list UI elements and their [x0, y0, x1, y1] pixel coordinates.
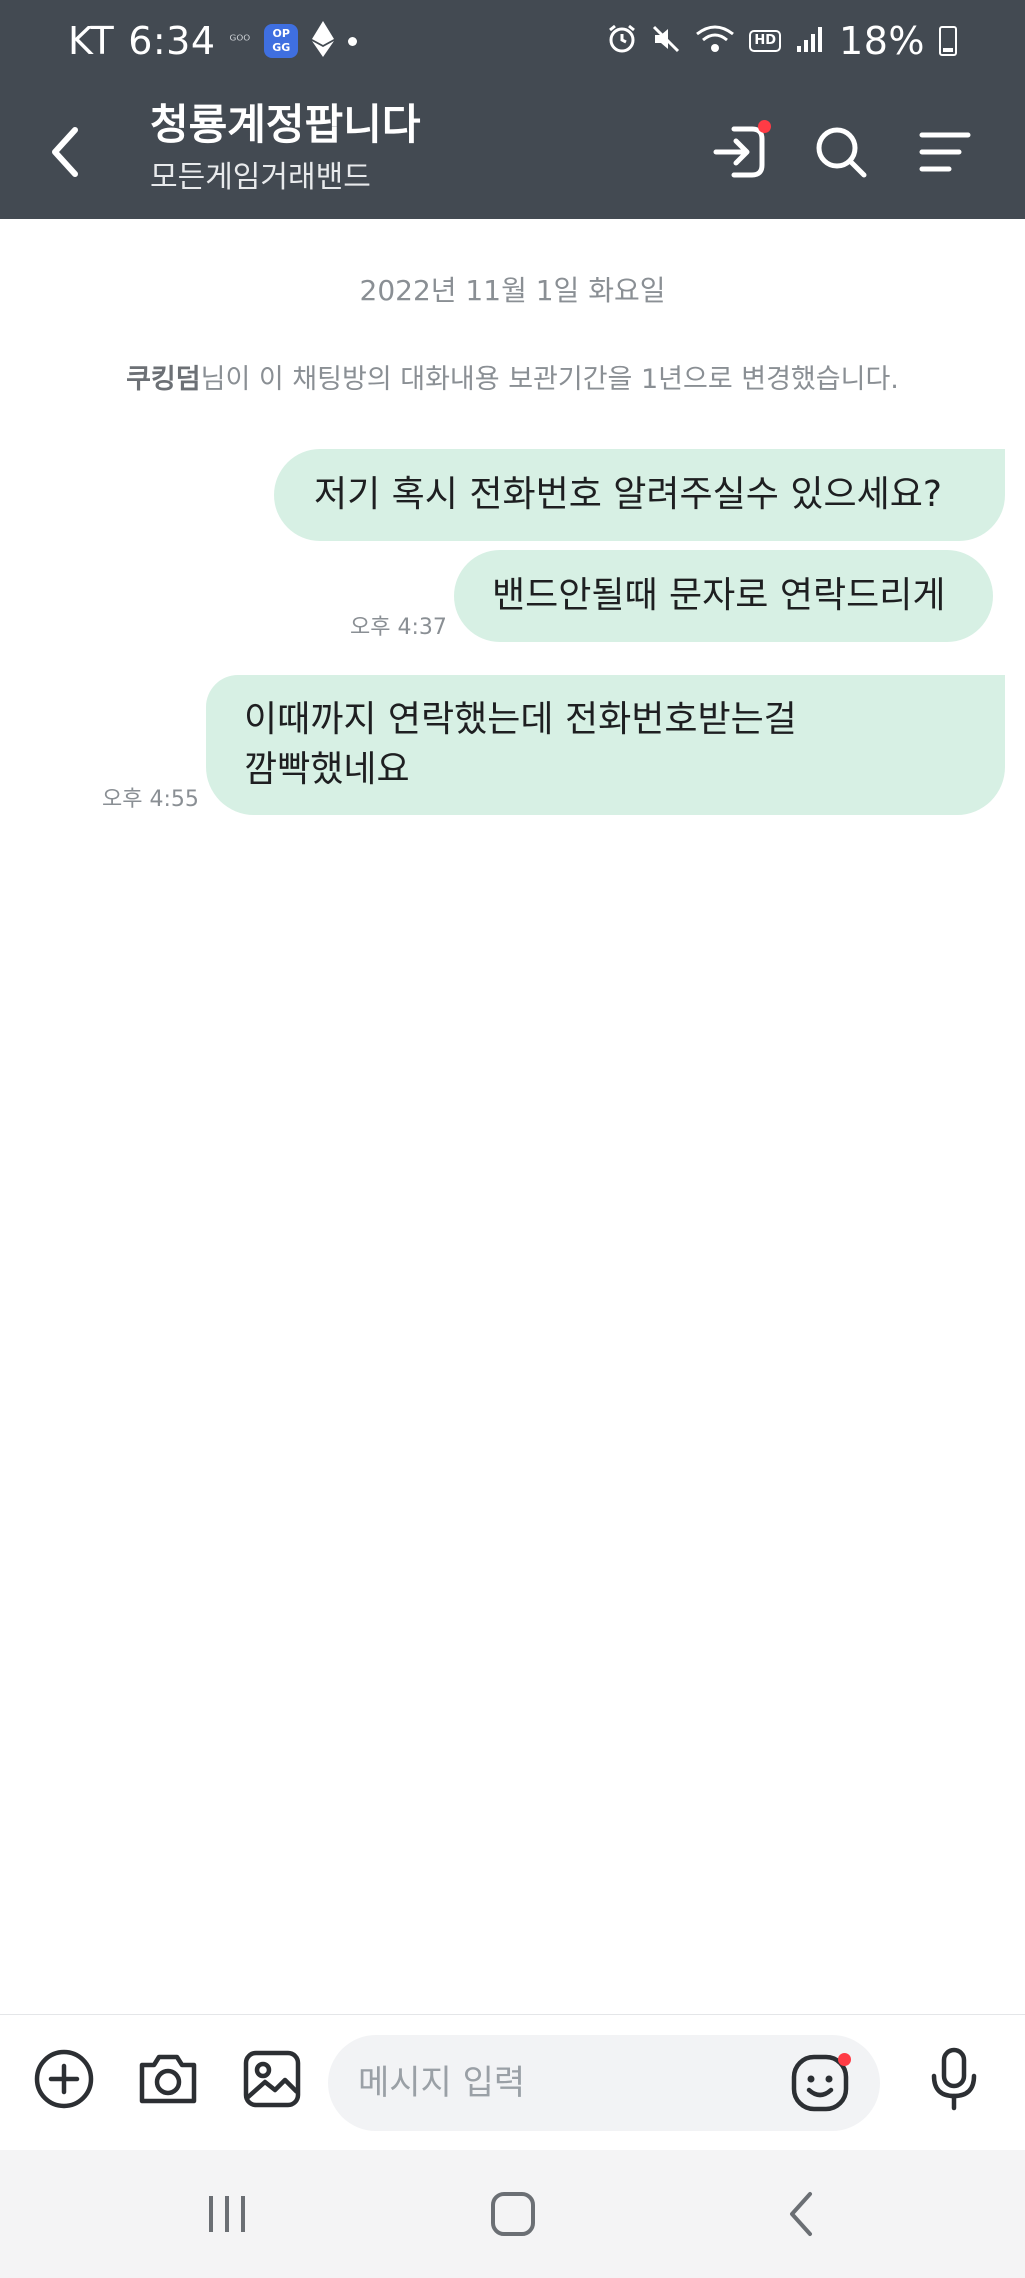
mute-icon	[651, 24, 681, 58]
chat-title: 청룡계정팝니다	[150, 100, 421, 149]
message-input-bar	[0, 2014, 1025, 2150]
chat-header: 청룡계정팝니다 모든게임거래밴드	[0, 82, 1025, 219]
emoticon-button[interactable]	[780, 2043, 860, 2123]
message-bubble[interactable]: 밴드안될때 문자로 연락드리게	[454, 550, 993, 642]
band-name: 모든게임거래밴드	[150, 160, 371, 195]
plus-circle-icon	[34, 2049, 94, 2109]
opgg-app-icon: OP GG	[264, 24, 299, 58]
notification-dot	[758, 120, 771, 133]
alarm-icon	[607, 24, 637, 58]
top-bar: KT 6:34 ᴳᴼᴼ OP GG HD 18% 청룡계정팝니다 모든게임거래밴…	[0, 0, 1025, 219]
clock: 6:34	[128, 19, 216, 63]
more-notifications-dot	[348, 36, 358, 46]
enter-room-button[interactable]	[699, 112, 779, 192]
navigation-bar	[0, 2150, 1025, 2278]
date-separator: 2022년 11월 1일 화요일	[359, 274, 666, 307]
system-message-user: 쿠킹덤	[126, 364, 201, 395]
signal-icon	[795, 24, 825, 58]
camera-icon	[139, 2054, 197, 2104]
back-button[interactable]	[30, 112, 100, 192]
microphone-icon	[931, 2047, 977, 2111]
message-bubble[interactable]: 이때까지 연락했는데 전화번호받는걸 깜빡했네요	[206, 675, 1005, 815]
voice-button[interactable]	[914, 2039, 994, 2119]
notification-dot	[838, 2053, 851, 2066]
recent-apps-button[interactable]	[172, 2174, 282, 2254]
gallery-button[interactable]	[232, 2039, 312, 2119]
message-bubble[interactable]: 저기 혹시 전화번호 알려주실수 있으세요?	[274, 449, 1005, 541]
home-button[interactable]	[458, 2174, 568, 2254]
wifi-icon	[695, 24, 735, 58]
system-message: 쿠킹덤님이 이 채팅방의 대화내용 보관기간을 1년으로 변경했습니다.	[0, 357, 1025, 396]
message-field[interactable]	[328, 2035, 880, 2131]
system-back-button[interactable]	[746, 2174, 856, 2254]
message-text-line: 깜빡했네요	[244, 749, 410, 790]
status-right: HD 18%	[607, 18, 957, 64]
image-icon	[243, 2050, 301, 2108]
recent-apps-icon	[209, 2196, 245, 2232]
chevron-left-icon	[790, 2192, 812, 2236]
search-button[interactable]	[801, 112, 881, 192]
home-icon	[491, 2192, 535, 2236]
message-input[interactable]	[358, 2035, 778, 2131]
notification-mini-icon: ᴳᴼᴼ	[229, 33, 251, 49]
search-icon	[816, 127, 867, 178]
message-text: 저기 혹시 전화번호 알려주실수 있으세요?	[314, 474, 942, 515]
chevron-left-icon	[52, 127, 78, 177]
status-left: KT 6:34 ᴳᴼᴼ OP GG	[68, 18, 358, 64]
menu-button[interactable]	[905, 112, 985, 192]
system-message-text: 님이 이 채팅방의 대화내용 보관기간을 1년으로 변경했습니다.	[200, 364, 899, 395]
message-text: 밴드안될때 문자로 연락드리게	[492, 575, 946, 616]
add-attachment-button[interactable]	[24, 2039, 104, 2119]
camera-button[interactable]	[128, 2039, 208, 2119]
message-time: 오후 4:55	[102, 787, 199, 812]
battery-percent: 18%	[839, 19, 925, 63]
hamburger-menu-icon	[919, 132, 971, 172]
message-time: 오후 4:37	[350, 615, 447, 640]
battery-icon	[939, 26, 957, 56]
status-bar: KT 6:34 ᴳᴼᴼ OP GG HD 18%	[0, 0, 1025, 82]
carrier-label: KT	[68, 19, 115, 63]
ethereum-icon	[312, 21, 335, 61]
chat-title-block[interactable]: 청룡계정팝니다 모든게임거래밴드	[150, 94, 420, 200]
hd-voice-icon: HD	[749, 30, 782, 52]
message-text-line: 이때까지 연락했는데 전화번호받는걸	[244, 699, 797, 740]
chat-area[interactable]: 2022년 11월 1일 화요일 쿠킹덤님이 이 채팅방의 대화내용 보관기간을…	[0, 219, 1025, 2014]
